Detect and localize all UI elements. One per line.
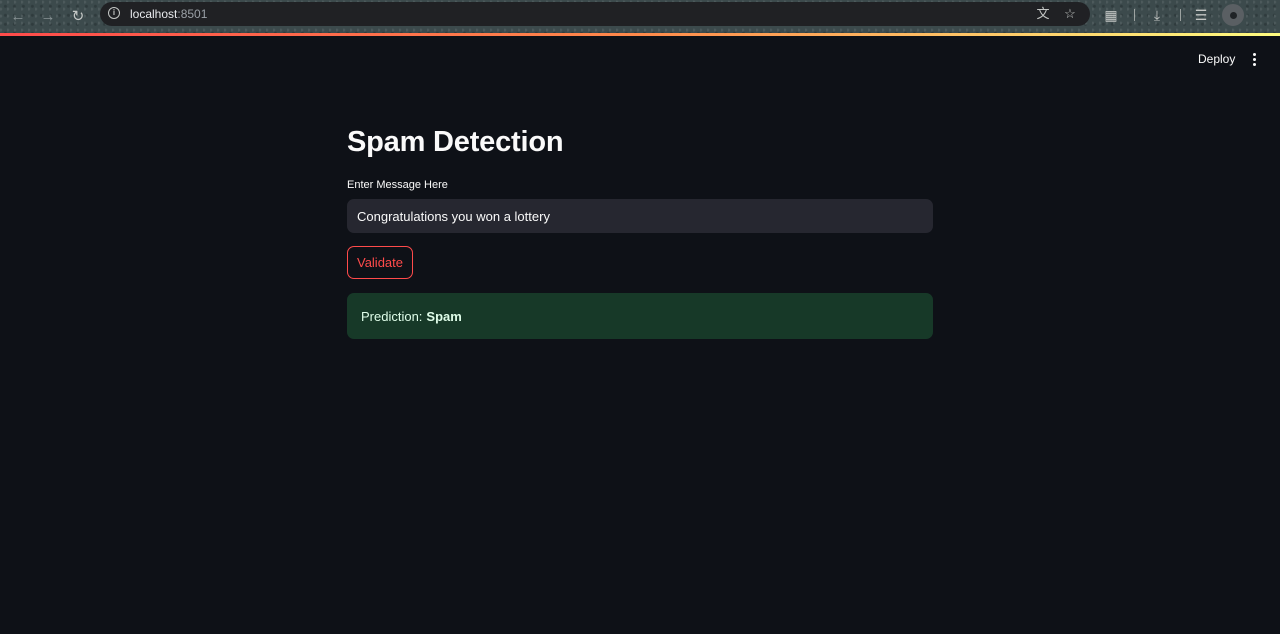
prediction-value: Spam	[426, 308, 462, 324]
download-icon[interactable]: ⤓	[1147, 5, 1167, 25]
back-arrow-icon[interactable]: ←	[7, 5, 29, 27]
forward-arrow-icon[interactable]: →	[37, 5, 59, 27]
star-icon[interactable]: ☆	[1062, 6, 1078, 22]
address-bar[interactable]: i localhost:8501 文 ☆	[100, 2, 1090, 26]
url-port: :8501	[177, 7, 208, 21]
reload-icon[interactable]: ↻	[67, 5, 89, 27]
toolbar-divider	[1180, 9, 1181, 21]
info-icon[interactable]: i	[108, 7, 120, 19]
browser-toolbar: ← → ↻ i localhost:8501 文 ☆ ▦ ⤓ ☰	[0, 0, 1280, 33]
deploy-button[interactable]: Deploy	[1188, 48, 1245, 70]
streamlit-decoration-bar	[0, 33, 1280, 36]
url-host: localhost	[130, 7, 178, 21]
profile-avatar[interactable]	[1220, 2, 1246, 28]
reading-list-icon[interactable]: ☰	[1191, 5, 1211, 25]
page-title: Spam Detection	[347, 126, 564, 158]
translate-icon[interactable]: 文	[1035, 6, 1051, 22]
prediction-label: Prediction:	[361, 308, 423, 324]
message-input-label: Enter Message Here	[347, 179, 448, 191]
validate-button[interactable]: Validate	[347, 246, 413, 279]
extensions-icon[interactable]: ▦	[1101, 5, 1121, 25]
message-input[interactable]	[347, 199, 933, 233]
url-text[interactable]: localhost:8501	[130, 7, 207, 21]
kebab-menu-icon[interactable]	[1244, 50, 1264, 68]
prediction-alert: Prediction: Spam	[347, 293, 933, 339]
toolbar-divider	[1134, 9, 1135, 21]
